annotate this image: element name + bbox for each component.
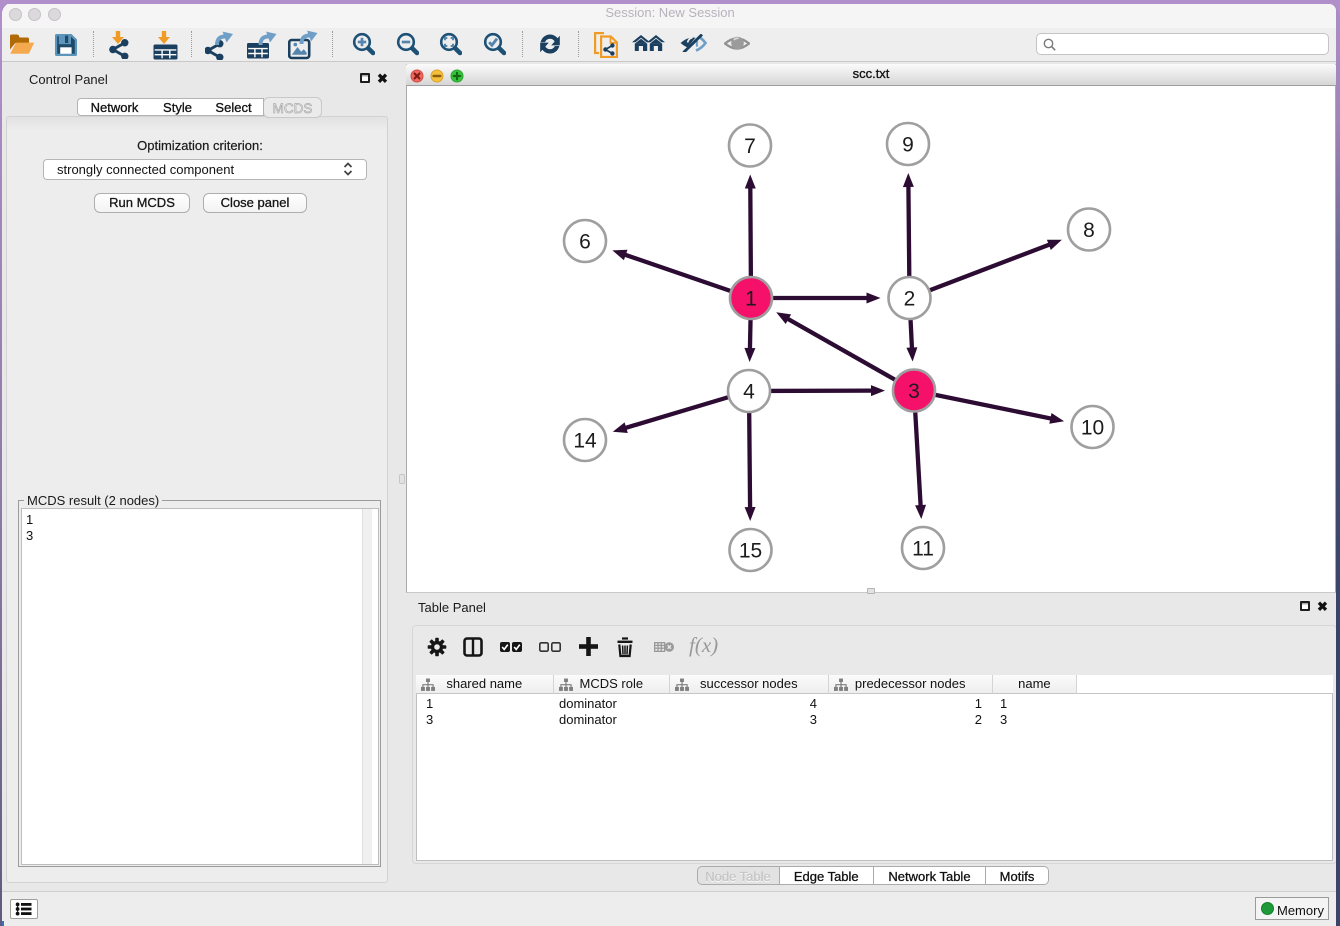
svg-text:15: 15 (739, 540, 762, 563)
svg-text:2: 2 (904, 288, 916, 311)
svg-text:14: 14 (573, 430, 597, 453)
svg-text:10: 10 (1081, 417, 1104, 440)
svg-text:3: 3 (908, 380, 920, 403)
svg-text:4: 4 (743, 381, 755, 404)
svg-text:1: 1 (745, 288, 757, 311)
svg-text:7: 7 (744, 135, 756, 158)
svg-text:11: 11 (912, 538, 934, 561)
svg-text:8: 8 (1083, 219, 1095, 242)
svg-text:9: 9 (902, 134, 914, 157)
svg-text:6: 6 (579, 231, 591, 254)
